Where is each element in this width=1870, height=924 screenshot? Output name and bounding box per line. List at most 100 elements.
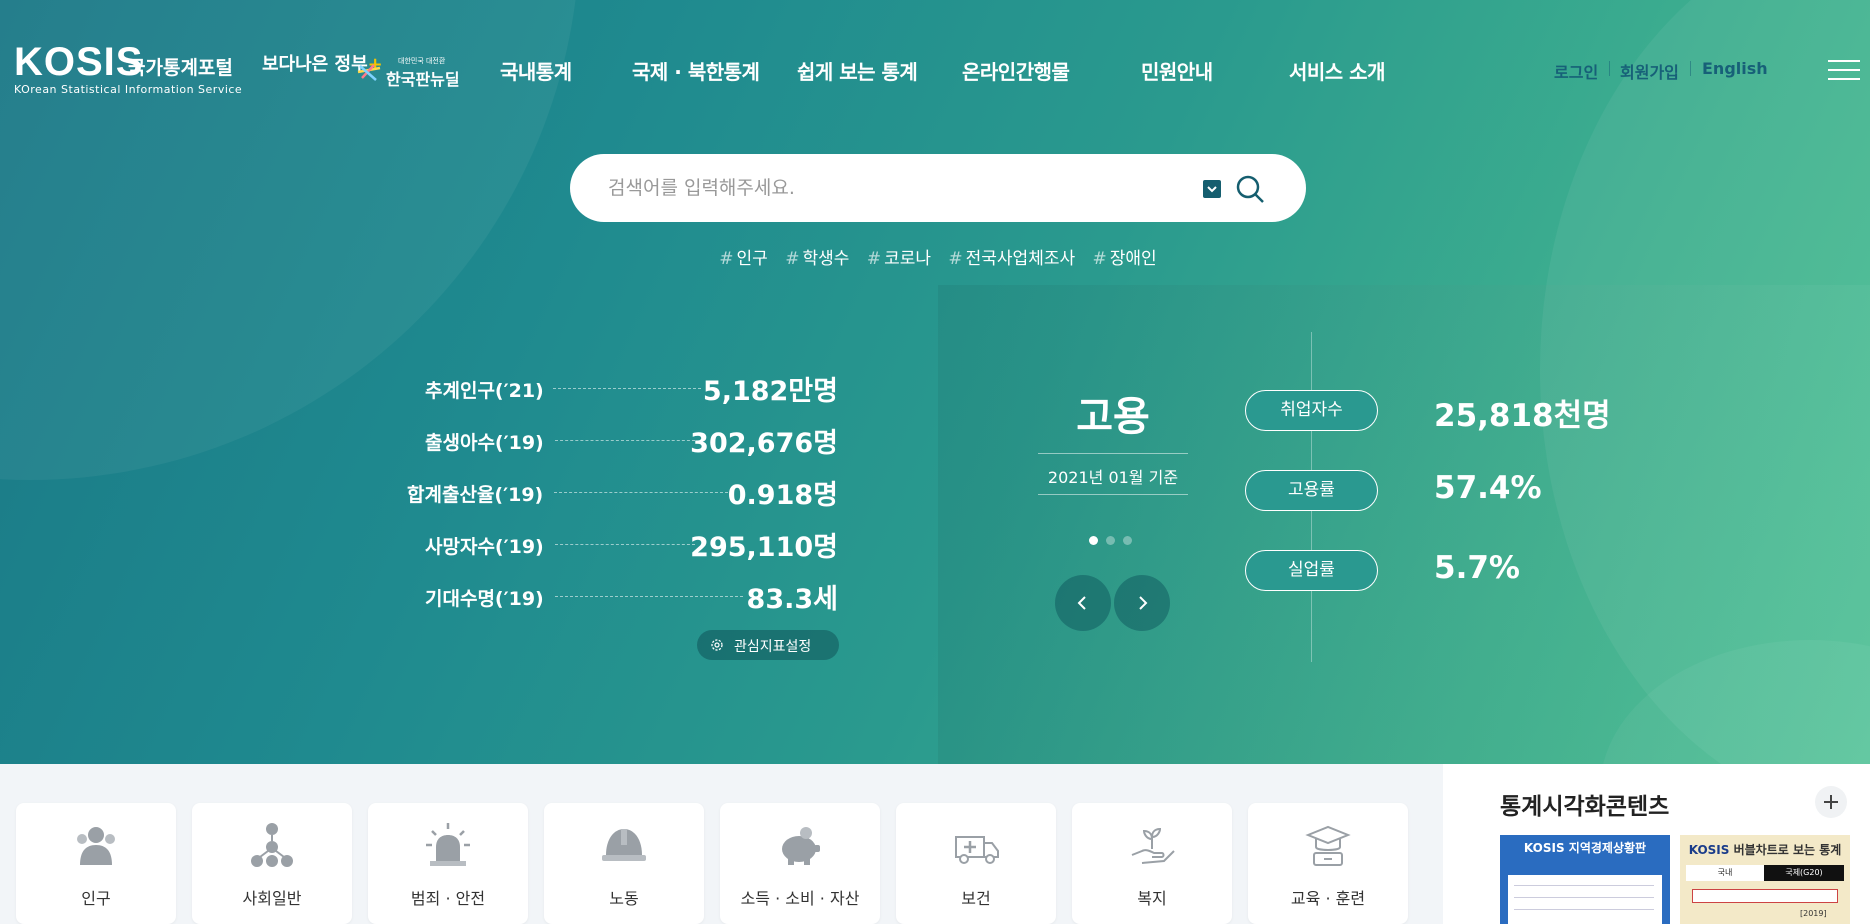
- thumbnail-tab-international: 국제(G20): [1764, 865, 1844, 881]
- indicator-title: 고용: [1076, 394, 1150, 440]
- new-deal-logo: 한국판뉴딜: [386, 70, 460, 89]
- helmet-icon: [602, 829, 646, 861]
- bubble-chart-thumbnail[interactable]: KOSIS 버블차트로 보는 통계 국내 국제(G20) [2019]: [1680, 835, 1850, 924]
- stat-leader-line: [553, 388, 701, 389]
- stat-value: 302,676명: [690, 428, 838, 459]
- indicator-date-box: 2021년 01월 기준: [1038, 453, 1188, 495]
- category-card-income[interactable]: 소득 · 소비 · 자산: [720, 803, 880, 924]
- indicator-value: 25,818천명: [1434, 398, 1611, 434]
- employment-panel-background: [938, 285, 1870, 764]
- graduation-icon: [1305, 825, 1351, 866]
- stat-label: 합계출산율(′19): [407, 484, 544, 506]
- stat-leader-line: [554, 492, 728, 493]
- menu-hamburger-icon[interactable]: [1828, 60, 1860, 80]
- hero-section: KOSIS KOrean Statistical Information Ser…: [0, 0, 1870, 764]
- chevron-left-icon: [1077, 596, 1086, 610]
- category-card-welfare[interactable]: 복지: [1072, 803, 1232, 924]
- search-input[interactable]: [608, 170, 1168, 206]
- prev-slide-button[interactable]: [1055, 575, 1111, 631]
- piggy-bank-icon: [782, 827, 820, 865]
- thumbnail-title: KOSIS 버블차트로 보는 통계: [1688, 843, 1842, 857]
- nav-civil-service[interactable]: 민원안내: [1141, 56, 1213, 85]
- pagination-dot[interactable]: [1123, 536, 1132, 545]
- stat-value: 0.918명: [727, 480, 838, 511]
- thumbnail-title: KOSIS 지역경제상황판: [1523, 841, 1647, 855]
- category-label: 보건: [961, 889, 991, 908]
- new-deal-mark-icon: [357, 64, 381, 81]
- category-label: 교육 · 훈련: [1290, 889, 1366, 908]
- search-tag[interactable]: # 전국사업체조사: [948, 244, 1075, 269]
- search-tag[interactable]: # 인구: [719, 244, 768, 269]
- stat-label: 출생아수(′19): [425, 432, 544, 454]
- category-label: 노동: [609, 889, 639, 908]
- search-box: [570, 154, 1306, 222]
- category-card-labor[interactable]: 노동: [544, 803, 704, 924]
- stat-value: 295,110명: [690, 532, 838, 563]
- network-icon: [251, 823, 293, 867]
- stat-leader-line: [555, 544, 695, 545]
- search-icon[interactable]: [1234, 173, 1266, 205]
- indicator-label-pill: 실업률: [1245, 550, 1378, 591]
- indicator-value: 5.7%: [1434, 550, 1520, 586]
- gear-icon: [711, 639, 723, 651]
- interest-settings-button[interactable]: 관심지표설정: [697, 630, 839, 660]
- regional-economy-thumbnail[interactable]: KOSIS 지역경제상황판: [1500, 835, 1670, 924]
- stat-label: 기대수명(′19): [425, 588, 544, 610]
- stat-value: 5,182만명: [702, 376, 838, 407]
- category-label: 소득 · 소비 · 자산: [740, 889, 860, 908]
- nav-online-publications[interactable]: 온라인간행물: [962, 56, 1070, 85]
- signup-link[interactable]: 회원가입: [1620, 59, 1679, 83]
- indicator-label-pill: 취업자수: [1245, 390, 1378, 431]
- new-deal-small-text: 대한민국 대전환: [398, 57, 446, 65]
- people-icon: [77, 827, 115, 865]
- category-card-population[interactable]: 인구: [16, 803, 176, 924]
- category-card-education[interactable]: 교육 · 훈련: [1248, 803, 1408, 924]
- plus-icon: [1824, 795, 1838, 809]
- stat-leader-line: [555, 596, 743, 597]
- category-label: 인구: [81, 889, 111, 908]
- popular-search-tags: # 인구 # 학생수 # 코로나 # 전국사업체조사 # 장애인: [0, 244, 1870, 269]
- util-divider: [1690, 61, 1691, 76]
- stat-value: 83.3세: [746, 584, 838, 615]
- gov-slogan-text: 보다나은 정부: [262, 54, 368, 75]
- pagination-dot[interactable]: [1089, 536, 1098, 545]
- chevron-down-icon: [1207, 186, 1217, 193]
- logo-subtitle: KOrean Statistical Information Service: [14, 83, 243, 96]
- thumbnail-year: [2019]: [1800, 909, 1827, 918]
- thumbnail-body: [1508, 875, 1662, 924]
- search-tag[interactable]: # 장애인: [1093, 244, 1157, 269]
- category-label: 복지: [1137, 889, 1167, 908]
- pagination-dot[interactable]: [1106, 536, 1115, 545]
- login-link[interactable]: 로그인: [1554, 59, 1598, 83]
- stat-leader-line: [555, 440, 695, 441]
- english-link[interactable]: English: [1702, 59, 1768, 78]
- next-slide-button[interactable]: [1114, 575, 1170, 631]
- category-card-society[interactable]: 사회일반: [192, 803, 352, 924]
- interest-settings-label: 관심지표설정: [734, 639, 812, 655]
- category-card-health[interactable]: 보건: [896, 803, 1056, 924]
- util-divider: [1609, 61, 1610, 76]
- search-option-dropdown[interactable]: [1203, 180, 1221, 198]
- nav-domestic-stats[interactable]: 국내통계: [500, 56, 572, 85]
- category-label: 사회일반: [242, 889, 302, 908]
- hand-plant-icon: [1131, 827, 1175, 864]
- thumbnail-tab-domestic: 국내: [1717, 868, 1733, 877]
- category-label: 범죄 · 안전: [410, 889, 486, 908]
- ambulance-icon: [955, 836, 999, 864]
- stat-label: 추계인구(′21): [425, 380, 544, 402]
- thumbnail-select: [1692, 889, 1838, 903]
- category-card-crime-safety[interactable]: 범죄 · 안전: [368, 803, 528, 924]
- more-button[interactable]: [1815, 786, 1847, 818]
- viz-contents-title: 통계시각화콘텐츠: [1500, 794, 1670, 820]
- indicator-date: 2021년 01월 기준: [1047, 468, 1179, 487]
- indicator-value: 57.4%: [1434, 470, 1542, 506]
- logo-korean-title: 국가통계포털: [128, 57, 233, 79]
- nav-international-stats[interactable]: 국제 · 북한통계: [632, 56, 760, 85]
- stat-label: 사망자수(′19): [425, 536, 544, 558]
- search-tag[interactable]: # 학생수: [785, 244, 849, 269]
- chevron-right-icon: [1139, 596, 1148, 610]
- siren-icon: [426, 823, 470, 866]
- nav-service-intro[interactable]: 서비스 소개: [1289, 56, 1385, 85]
- search-tag[interactable]: # 코로나: [867, 244, 931, 269]
- nav-easy-stats[interactable]: 쉽게 보는 통계: [797, 56, 918, 85]
